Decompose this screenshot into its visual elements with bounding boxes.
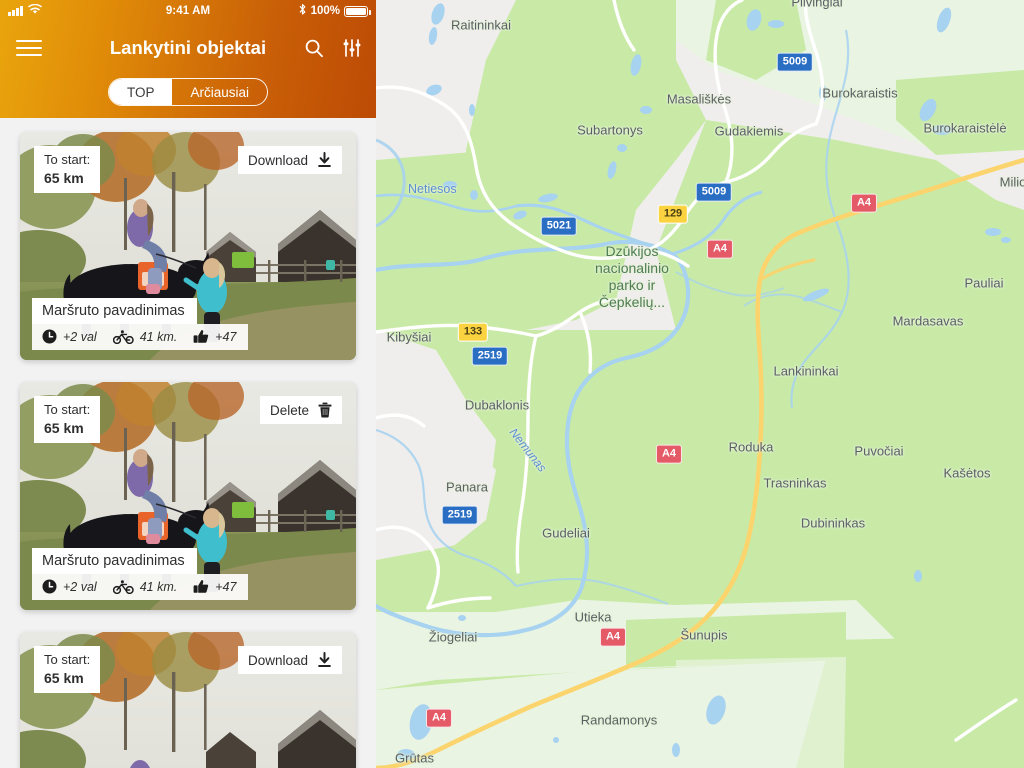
download-icon bbox=[317, 152, 332, 168]
map-view[interactable]: Dzūkijos nacionalinio parko ir Čepkelių.… bbox=[376, 0, 1024, 768]
road-shield: 2519 bbox=[441, 505, 479, 525]
segment-nearest[interactable]: Arčiausiai bbox=[172, 79, 267, 105]
battery-percent-label: 100% bbox=[310, 5, 340, 17]
stat-duration: +2 val bbox=[42, 579, 97, 594]
download-button[interactable]: Download bbox=[237, 646, 342, 674]
to-start-label: To start: bbox=[44, 152, 91, 167]
route-title: Maršruto pavadinimas bbox=[32, 298, 197, 324]
delete-button[interactable]: Delete bbox=[259, 396, 342, 424]
road-shield: A4 bbox=[706, 239, 734, 259]
to-start-badge: To start: 65 km bbox=[34, 146, 101, 194]
stat-distance-value: 41 km. bbox=[139, 579, 178, 594]
stat-duration: +2 val bbox=[42, 329, 97, 344]
route-stats: +2 val 41 km. +47 bbox=[32, 324, 249, 350]
road-shield: 129 bbox=[657, 204, 689, 224]
road-shield: 5021 bbox=[540, 216, 578, 236]
route-card[interactable]: To start: 65 km Download bbox=[20, 632, 356, 768]
download-label: Download bbox=[247, 152, 308, 168]
route-title: Maršruto pavadinimas bbox=[32, 548, 197, 574]
bicycle-icon bbox=[112, 579, 134, 594]
route-info: Maršruto pavadinimas +2 val 41 km. +47 bbox=[32, 298, 249, 350]
stat-likes: +47 bbox=[193, 329, 236, 344]
segmented-control: TOP Arčiausiai bbox=[107, 78, 269, 106]
road-shield: A4 bbox=[850, 193, 878, 213]
bluetooth-icon bbox=[298, 3, 307, 19]
delete-label: Delete bbox=[269, 402, 309, 418]
road-shield: 133 bbox=[457, 322, 489, 342]
status-bar: 9:41 AM 100% bbox=[0, 0, 376, 22]
route-card[interactable]: To start: 65 km Delete Maršruto pavadini… bbox=[20, 382, 356, 610]
to-start-label: To start: bbox=[44, 652, 91, 667]
road-shield: 2519 bbox=[471, 346, 509, 366]
header-title-row: Lankytini objektai bbox=[0, 22, 376, 74]
app-root: 9:41 AM 100% Lankytini objektai TOP Arči… bbox=[0, 0, 1024, 768]
to-start-badge: To start: 65 km bbox=[34, 646, 101, 694]
to-start-value: 65 km bbox=[44, 419, 84, 436]
stat-duration-value: +2 val bbox=[63, 329, 97, 344]
battery-full-icon bbox=[344, 5, 371, 17]
thumbs-up-icon bbox=[193, 329, 209, 344]
download-button[interactable]: Download bbox=[237, 146, 342, 174]
download-label: Download bbox=[247, 652, 308, 668]
route-card[interactable]: To start: 65 km Download Maršruto pavadi… bbox=[20, 132, 356, 360]
header-actions bbox=[304, 38, 362, 58]
route-stats: +2 val 41 km. +47 bbox=[32, 574, 249, 600]
route-card-list[interactable]: To start: 65 km Download Maršruto pavadi… bbox=[0, 118, 376, 768]
clock-icon bbox=[42, 329, 57, 344]
road-shield: 5009 bbox=[695, 182, 733, 202]
stat-duration-value: +2 val bbox=[63, 579, 97, 594]
hamburger-menu-icon[interactable] bbox=[16, 35, 42, 61]
to-start-value: 65 km bbox=[44, 669, 84, 686]
road-shield: 5009 bbox=[776, 52, 814, 72]
stat-likes-value: +47 bbox=[215, 579, 237, 594]
map-canvas bbox=[376, 0, 1024, 768]
bicycle-icon bbox=[112, 329, 134, 344]
download-icon bbox=[317, 652, 332, 668]
road-shield: A4 bbox=[425, 708, 453, 728]
thumbs-up-icon bbox=[193, 579, 209, 594]
stat-distance-value: 41 km. bbox=[139, 329, 178, 344]
road-shield: A4 bbox=[655, 444, 683, 464]
filter-sliders-icon[interactable] bbox=[342, 38, 362, 58]
segment-top[interactable]: TOP bbox=[108, 79, 173, 105]
stat-likes: +47 bbox=[193, 579, 236, 594]
segmented-control-wrap: TOP Arčiausiai bbox=[0, 74, 376, 106]
stat-distance: 41 km. bbox=[112, 579, 178, 594]
status-bar-right: 100% bbox=[298, 0, 371, 22]
trash-icon bbox=[318, 402, 332, 418]
to-start-label: To start: bbox=[44, 402, 91, 417]
stat-distance: 41 km. bbox=[112, 329, 178, 344]
clock-icon bbox=[42, 579, 57, 594]
route-info: Maršruto pavadinimas +2 val 41 km. +47 bbox=[32, 548, 249, 600]
to-start-value: 65 km bbox=[44, 169, 84, 186]
routes-panel: 9:41 AM 100% Lankytini objektai TOP Arči… bbox=[0, 0, 376, 768]
road-shield: A4 bbox=[599, 627, 627, 647]
app-header: 9:41 AM 100% Lankytini objektai TOP Arči… bbox=[0, 0, 376, 118]
stat-likes-value: +47 bbox=[215, 329, 237, 344]
search-icon[interactable] bbox=[304, 38, 324, 58]
to-start-badge: To start: 65 km bbox=[34, 396, 101, 444]
